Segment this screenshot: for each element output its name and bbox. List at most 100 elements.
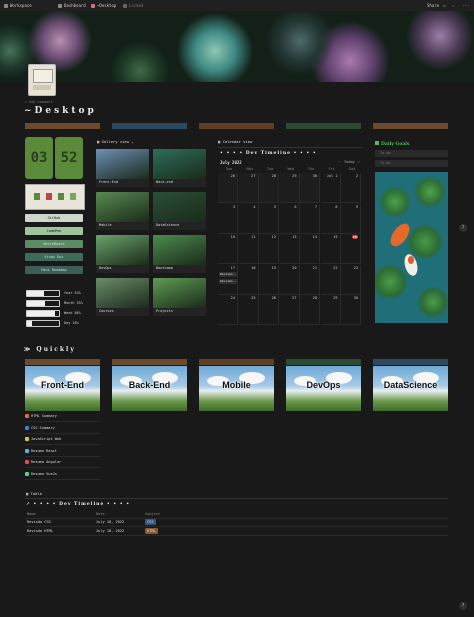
calendar-day-cell[interactable]: 24 bbox=[218, 295, 238, 325]
weekday-sat: Sat bbox=[349, 167, 356, 171]
calendar-day-cell[interactable]: 15 bbox=[320, 234, 341, 264]
calendar-month: July 2022 bbox=[220, 160, 242, 165]
quick-link-item[interactable]: HTML Summary bbox=[25, 411, 100, 422]
calendar-day-number: 18 bbox=[251, 265, 256, 270]
calendar-view-tab[interactable]: ▦ Calendar view bbox=[218, 139, 252, 144]
quick-link-item[interactable]: Resumo VueJs bbox=[25, 469, 100, 480]
quick-link-item[interactable]: JavaScript Web bbox=[25, 434, 100, 445]
calendar-day-cell[interactable]: 23 bbox=[341, 264, 361, 295]
calendar-day-cell[interactable]: 21 bbox=[300, 264, 320, 295]
calendar-day-cell[interactable]: 13 bbox=[279, 234, 300, 264]
link-study-doc[interactable]: Study Doc bbox=[25, 253, 83, 261]
weekday-thu: Thu bbox=[308, 167, 315, 171]
calendar-day-cell[interactable]: 2 bbox=[341, 173, 361, 203]
table-row[interactable]: Revisão HTML July 18, 2022 HTML bbox=[25, 527, 448, 536]
calendar-day-cell[interactable]: 8 bbox=[320, 203, 341, 234]
calendar-day-cell[interactable]: 30 bbox=[341, 295, 361, 325]
calendar-day-cell[interactable]: 12 bbox=[259, 234, 279, 264]
gallery-card-back-end[interactable]: Back-end bbox=[153, 149, 206, 187]
calendar-day-cell[interactable]: 25 bbox=[238, 295, 259, 325]
gallery-card-label: Bootcamp bbox=[156, 266, 173, 270]
calendar-day-cell[interactable]: 6 bbox=[279, 203, 300, 234]
gallery-card-projects[interactable]: Projects bbox=[153, 278, 206, 316]
calendar-day-cell[interactable]: 16 bbox=[341, 234, 361, 264]
calendar-event[interactable]: Revisão... bbox=[219, 271, 237, 277]
computer-icon[interactable] bbox=[28, 64, 56, 96]
gallery-card-label: Courses bbox=[99, 309, 114, 313]
quick-link-item[interactable]: Resumo React bbox=[25, 446, 100, 457]
calendar-day-cell[interactable]: 26 bbox=[218, 173, 238, 203]
breadcrumb-desktop[interactable]: ~Desktop bbox=[91, 3, 116, 8]
calendar-day-cell[interactable]: 30 bbox=[300, 173, 320, 203]
calendar-day-cell[interactable]: 26 bbox=[259, 295, 279, 325]
calendar-day-cell[interactable]: 27 bbox=[238, 173, 259, 203]
quick-link-item[interactable]: CSS Summary bbox=[25, 423, 100, 434]
calendar-day-number: 20 bbox=[292, 265, 297, 270]
quick-card-datascience[interactable]: DataScience bbox=[373, 366, 448, 411]
quick-link-item[interactable]: Resumo Angular bbox=[25, 457, 100, 468]
calendar-day-cell[interactable]: 9 bbox=[341, 203, 361, 234]
table-view-tab[interactable]: ▦ Table bbox=[26, 491, 42, 496]
quick-card-mobile[interactable]: Mobile bbox=[199, 366, 274, 411]
star-icon[interactable]: ☆ bbox=[452, 3, 454, 8]
quick-card-devops[interactable]: DevOps bbox=[286, 366, 361, 411]
todo-input-2[interactable]: To-do bbox=[375, 160, 448, 167]
breadcrumb-workspace[interactable]: Workspace bbox=[4, 3, 32, 8]
plant-icon bbox=[46, 193, 52, 200]
quick-card-front-end[interactable]: Front-End bbox=[25, 366, 100, 411]
quick-card-back-end[interactable]: Back-End bbox=[112, 366, 187, 411]
add-comment[interactable]: ▭ Add comment bbox=[25, 100, 52, 104]
calendar-day-cell[interactable]: 18 bbox=[238, 264, 259, 295]
col-name[interactable]: Name bbox=[27, 510, 36, 518]
link-codepen[interactable]: CodePen bbox=[25, 227, 83, 235]
calendar-day-cell[interactable]: Jul 1 bbox=[320, 173, 341, 203]
calendar-day-cell[interactable]: 28 bbox=[259, 173, 279, 203]
share-button[interactable]: Share bbox=[427, 3, 439, 8]
cover-image bbox=[0, 11, 474, 82]
calendar-day-cell[interactable]: 11 bbox=[238, 234, 259, 264]
gallery-view-tab[interactable]: ▦ Gallery view ⌄ bbox=[97, 139, 134, 144]
calendar-day-cell[interactable]: 5 bbox=[259, 203, 279, 234]
calendar-day-cell[interactable]: 29 bbox=[320, 295, 341, 325]
link-whiteboard[interactable]: WhiteBoard bbox=[25, 240, 83, 248]
calendar-day-cell[interactable]: 4 bbox=[238, 203, 259, 234]
gallery-card-bootcamp[interactable]: Bootcamp bbox=[153, 235, 206, 273]
more-icon[interactable]: ··· bbox=[462, 3, 469, 8]
gallery-card-devops[interactable]: DevOps bbox=[96, 235, 149, 273]
calendar-day-number: 5 bbox=[273, 204, 276, 209]
today-button[interactable]: Today bbox=[344, 160, 355, 164]
calendar-day-cell[interactable]: 14 bbox=[300, 234, 320, 264]
col-date[interactable]: Date bbox=[96, 510, 105, 518]
calendar-day-cell[interactable]: 3 bbox=[218, 203, 238, 234]
next-month-icon[interactable]: › bbox=[358, 160, 360, 164]
gallery-card-front-end[interactable]: Front-End bbox=[96, 149, 149, 187]
col-subject[interactable]: Subject bbox=[145, 510, 160, 518]
calendar-day-cell[interactable]: 7 bbox=[300, 203, 320, 234]
link-mini-roadmap[interactable]: Mini Roadmap bbox=[25, 266, 83, 274]
calendar-day-number: 29 bbox=[333, 296, 338, 300]
calendar-day-cell[interactable]: 28 bbox=[300, 295, 320, 325]
quick-card-bar bbox=[286, 359, 361, 365]
column-bar-4 bbox=[286, 123, 361, 129]
prev-month-icon[interactable]: ‹ bbox=[338, 160, 340, 164]
calendar-day-cell[interactable]: 17 Revisão... Revisão... bbox=[218, 264, 238, 295]
gallery-card-mobile[interactable]: Mobile bbox=[96, 192, 149, 230]
help-button[interactable]: ? bbox=[459, 602, 467, 610]
breadcrumb-dashboard[interactable]: Dashboard bbox=[58, 3, 86, 8]
todo-input-1[interactable]: To-do bbox=[375, 150, 448, 157]
calendar-day-cell[interactable]: 22 bbox=[320, 264, 341, 295]
calendar-day-cell[interactable]: 29 bbox=[279, 173, 300, 203]
help-button[interactable]: ? bbox=[459, 224, 467, 232]
calendar-day-cell[interactable]: 19 bbox=[259, 264, 279, 295]
gallery-card-courses[interactable]: Courses bbox=[96, 278, 149, 316]
gallery-card-datascience[interactable]: DataScience bbox=[153, 192, 206, 230]
calendar-day-cell[interactable]: 10 bbox=[218, 234, 238, 264]
doc-icon bbox=[25, 460, 29, 464]
link-github[interactable]: GitHub bbox=[25, 214, 83, 222]
calendar-event[interactable]: Revisão... bbox=[219, 278, 237, 284]
calendar-day-number: 26 bbox=[271, 296, 276, 300]
calendar-day-cell[interactable]: 20 bbox=[279, 264, 300, 295]
calendar-day-number: 6 bbox=[294, 204, 297, 209]
comments-icon[interactable]: ▭ bbox=[443, 3, 445, 8]
calendar-day-cell[interactable]: 27 bbox=[279, 295, 300, 325]
